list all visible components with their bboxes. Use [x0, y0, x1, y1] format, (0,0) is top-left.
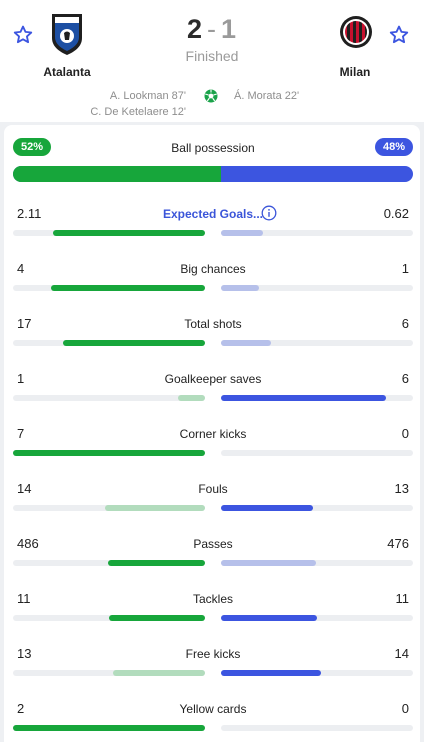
home-stat-bar: [13, 505, 205, 511]
away-team-name[interactable]: Milan: [315, 65, 395, 79]
stat-row: 11 Tackles 11: [13, 591, 413, 631]
home-stat-fill: [13, 450, 205, 456]
home-stat-fill: [62, 340, 205, 346]
away-stat-fill: [221, 230, 264, 236]
away-stat-bar: [221, 395, 413, 401]
stat-away-value: 11: [395, 591, 410, 606]
match-header: Atalanta 2-1 Finished Milan A. Lookman 8…: [0, 0, 424, 122]
stat-away-value: 6: [401, 371, 409, 386]
away-stat-bar: [221, 340, 413, 346]
home-stat-bar: [13, 395, 205, 401]
home-team-name[interactable]: Atalanta: [27, 65, 107, 79]
away-stat-bar: [221, 450, 413, 456]
away-stat-bar: [221, 505, 413, 511]
possession-bar: [13, 166, 413, 182]
stat-label: Tackles: [192, 592, 233, 606]
away-stat-fill: [221, 285, 260, 291]
possession-header: 52% Ball possession 48%: [13, 138, 413, 158]
stat-away-value: 476: [387, 536, 409, 551]
away-stat-fill: [221, 615, 317, 621]
away-stat-bar: [221, 670, 413, 676]
away-stat-bar: [221, 285, 413, 291]
stat-row: 2 Yellow cards 0: [13, 701, 413, 741]
stat-away-value: 0: [401, 701, 409, 716]
stat-away-value: 14: [394, 646, 409, 661]
away-stat-bar: [221, 230, 413, 236]
away-stat-fill: [221, 560, 317, 566]
stat-label: Free kicks: [185, 647, 241, 661]
stat-away-value: 0.62: [383, 206, 409, 221]
stat-row: 7 Corner kicks 0: [13, 426, 413, 466]
stat-row: 13 Free kicks 14: [13, 646, 413, 686]
home-stat-bar: [13, 450, 205, 456]
home-score: 2: [186, 14, 203, 44]
home-stat-fill: [51, 285, 205, 291]
stat-label: Yellow cards: [179, 702, 247, 716]
stat-label: Fouls: [198, 482, 228, 496]
home-stat-bar: [13, 230, 205, 236]
home-stat-fill: [105, 505, 205, 511]
stat-label: Goalkeeper saves: [164, 372, 262, 386]
away-stat-fill: [221, 395, 387, 401]
milan-crest-icon: [339, 12, 373, 56]
home-stat-fill: [178, 395, 205, 401]
away-stat-fill: [221, 670, 321, 676]
info-icon[interactable]: [261, 205, 277, 221]
stat-away-value: 1: [401, 261, 409, 276]
home-goal-scorers: A. Lookman 87' C. De Ketelaere 12': [90, 88, 186, 120]
statistics-card: 52% Ball possession 48% 2.11 Expected Goa…: [4, 125, 420, 742]
home-stat-bar: [13, 285, 205, 291]
away-possession-badge: 48%: [374, 138, 413, 156]
stat-label: Total shots: [184, 317, 242, 331]
home-stat-bar: [13, 615, 205, 621]
home-stat-fill: [108, 560, 205, 566]
home-stat-fill: [13, 725, 205, 731]
away-scorer: Á. Morata 22': [234, 90, 300, 102]
away-stat-bar: [221, 725, 413, 731]
away-stat-bar: [221, 615, 413, 621]
stat-row: 17 Total shots 6: [13, 316, 413, 356]
away-stat-fill: [221, 340, 271, 346]
stat-row: 14 Fouls 13: [13, 481, 413, 521]
home-stat-fill: [109, 615, 205, 621]
away-stat-bar: [221, 560, 413, 566]
home-possession-fill: [13, 166, 221, 182]
away-score: 1: [221, 14, 238, 44]
home-scorer: C. De Ketelaere 12': [90, 106, 186, 118]
home-stat-bar: [13, 670, 205, 676]
home-stat-bar: [13, 725, 205, 731]
away-goal-scorers: Á. Morata 22': [234, 88, 299, 104]
stat-row: 2.11 Expected Goals... 0.62: [13, 205, 413, 246]
home-stat-fill: [53, 230, 205, 236]
stat-row: 4 Big chances 1: [13, 261, 413, 301]
stat-away-value: 13: [394, 481, 409, 496]
stat-row: 486 Passes 476: [13, 536, 413, 576]
away-stat-fill: [221, 505, 314, 511]
stat-label: Passes: [193, 537, 233, 551]
possession-label: Ball possession: [171, 141, 255, 155]
stat-label[interactable]: Expected Goals...: [13, 207, 413, 221]
favorite-away-star-icon[interactable]: [388, 24, 410, 46]
stat-away-value: 6: [401, 316, 409, 331]
soccer-ball-icon: [204, 89, 218, 103]
stat-away-value: 0: [401, 426, 409, 441]
stat-label: Big chances: [180, 262, 246, 276]
home-scorer: A. Lookman 87': [109, 90, 186, 102]
home-stat-bar: [13, 560, 205, 566]
score-separator: -: [207, 14, 217, 44]
home-stat-bar: [13, 340, 205, 346]
home-stat-fill: [112, 670, 205, 676]
stat-label: Corner kicks: [179, 427, 247, 441]
stat-row: 1 Goalkeeper saves 6: [13, 371, 413, 411]
